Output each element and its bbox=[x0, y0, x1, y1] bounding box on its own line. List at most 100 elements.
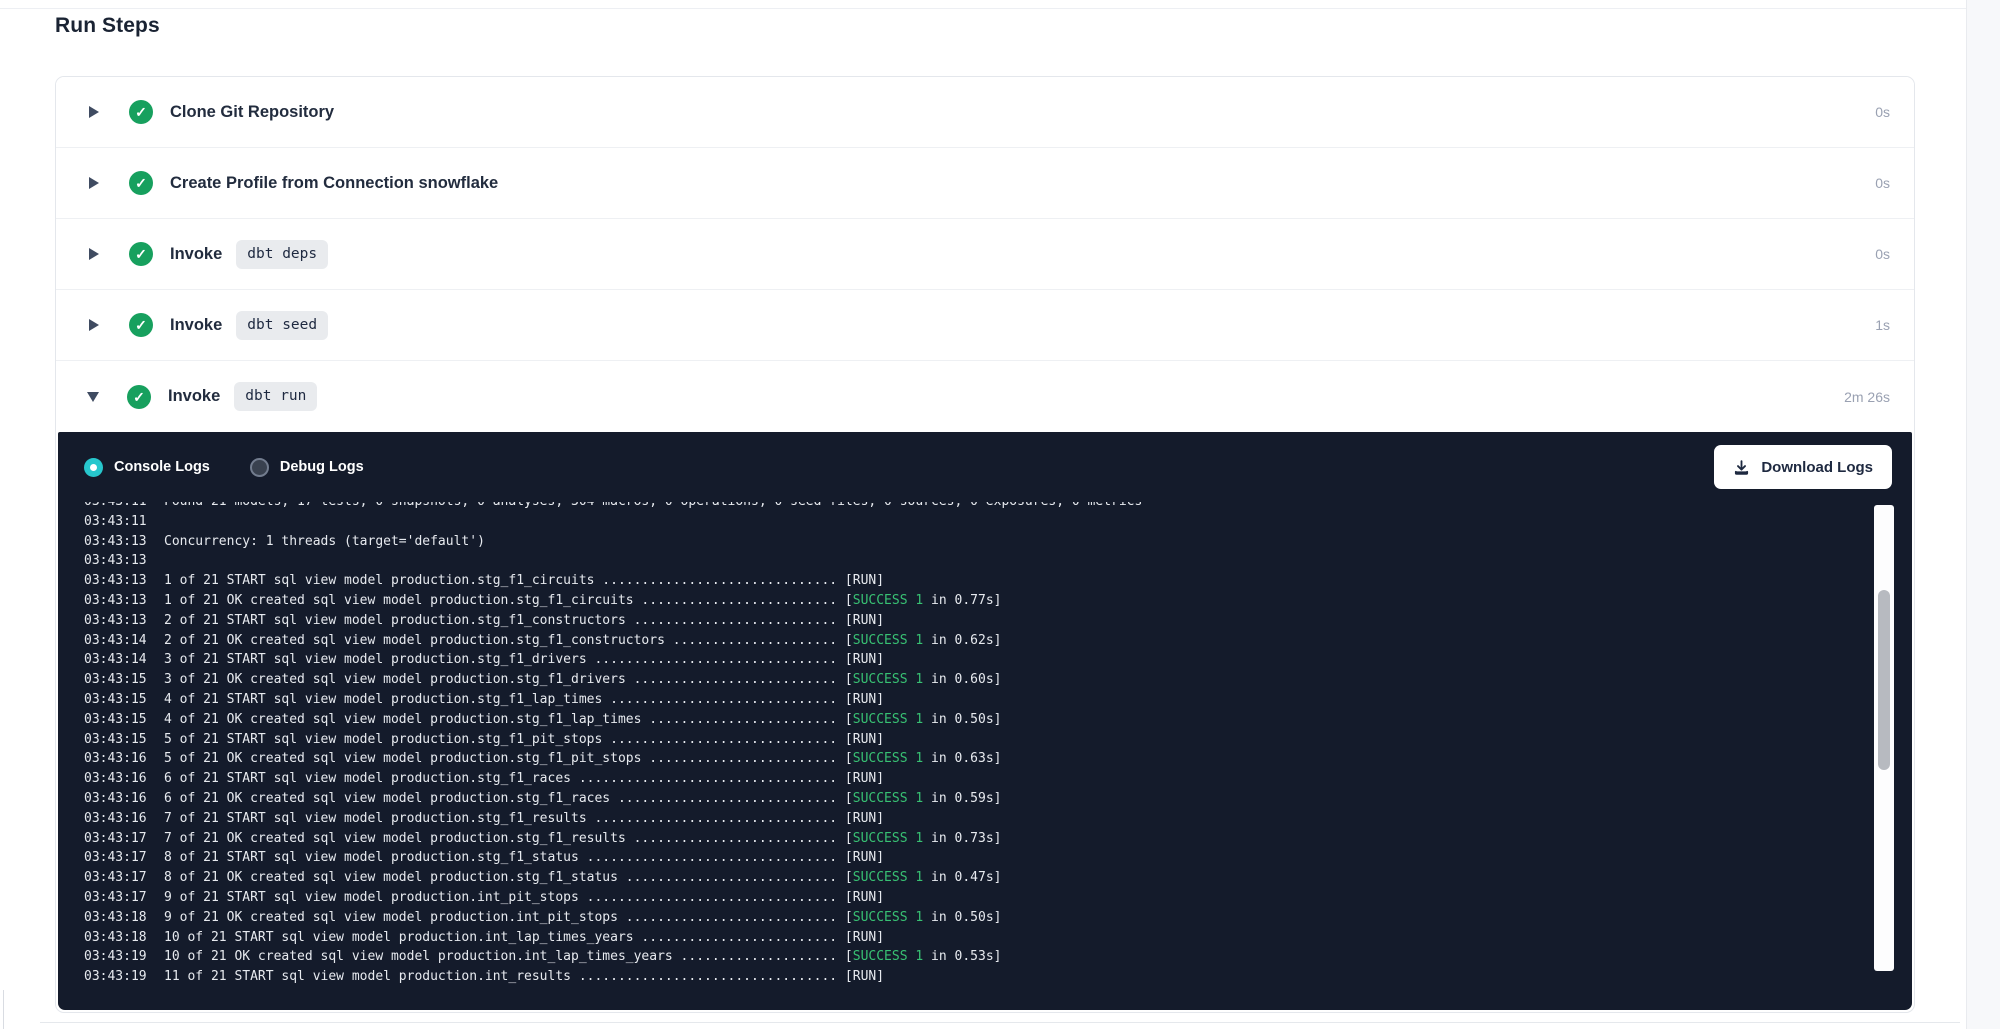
log-message: 3 of 21 OK created sql view model produc… bbox=[164, 672, 853, 687]
log-message-tail: RUN] bbox=[853, 573, 884, 588]
log-message-tail: in 0.73s] bbox=[923, 831, 1001, 846]
download-logs-button[interactable]: Download Logs bbox=[1714, 445, 1892, 489]
log-message-tail: in 0.50s] bbox=[923, 910, 1001, 925]
log-message: 6 of 21 OK created sql view model produc… bbox=[164, 791, 853, 806]
log-line: 03:43:178 of 21 OK created sql view mode… bbox=[84, 868, 1782, 888]
console-scrollbar-track[interactable] bbox=[1874, 505, 1894, 971]
page-title: Run Steps bbox=[55, 14, 160, 38]
chevron-down-icon[interactable] bbox=[87, 392, 99, 402]
log-message-tail: RUN] bbox=[853, 850, 884, 865]
step-label: Create Profile from Connection snowflake bbox=[170, 174, 498, 193]
log-message: 7 of 21 OK created sql view model produc… bbox=[164, 831, 853, 846]
log-success-status: SUCCESS 1 bbox=[853, 751, 923, 766]
download-icon bbox=[1733, 459, 1750, 476]
log-line: 03:43:17 7 of 21 OK created sql view mode… bbox=[84, 829, 1782, 849]
log-message: 10 of 21 OK created sql view model produ… bbox=[164, 949, 853, 964]
log-line: 03:43:11 bbox=[84, 512, 1782, 532]
log-message-tail: RUN] bbox=[853, 969, 884, 984]
step-row[interactable]: Invoke dbt run 2m 26s bbox=[56, 361, 1914, 432]
log-message: 10 of 21 START sql view model production… bbox=[164, 930, 853, 945]
log-line: 03:43:11Found 21 models, 17 tests, 0 sna… bbox=[84, 502, 1782, 512]
log-message-tail: RUN] bbox=[853, 732, 884, 747]
check-circle-icon bbox=[129, 100, 153, 124]
chevron-right-icon[interactable] bbox=[89, 319, 99, 331]
log-line: 03:43:13 2 of 21 START sql view model pro… bbox=[84, 611, 1782, 631]
log-message-tail: RUN] bbox=[853, 613, 884, 628]
radio-unselected-icon[interactable] bbox=[250, 458, 269, 477]
log-success-status: SUCCESS 1 bbox=[853, 910, 923, 925]
top-divider bbox=[0, 8, 1966, 9]
log-message: 4 of 21 OK created sql view model produc… bbox=[164, 712, 853, 727]
log-message: 1 of 21 OK created sql view model produc… bbox=[164, 593, 853, 608]
log-line: 03:43:131 of 21 OK created sql view mode… bbox=[84, 591, 1782, 611]
log-line: 03:43:166 of 21 OK created sql view mode… bbox=[84, 789, 1782, 809]
log-line: 03:43:154 of 21 START sql view model pro… bbox=[84, 690, 1782, 710]
log-timestamp: 03:43:17 bbox=[84, 848, 147, 868]
step-row[interactable]: Create Profile from Connection snowflake… bbox=[56, 148, 1914, 219]
radio-selected-icon[interactable] bbox=[84, 458, 103, 477]
log-message-tail: in 0.47s] bbox=[923, 870, 1001, 885]
step-label: Invoke bbox=[168, 387, 220, 406]
log-message-tail: RUN] bbox=[853, 692, 884, 707]
log-message-tail: RUN] bbox=[853, 771, 884, 786]
log-message-tail: in 0.53s] bbox=[923, 949, 1001, 964]
log-message-tail: in 0.60s] bbox=[923, 672, 1001, 687]
log-timestamp: 03:43:16 bbox=[84, 769, 147, 789]
log-success-status: SUCCESS 1 bbox=[853, 791, 923, 806]
step-row[interactable]: Clone Git Repository0s bbox=[56, 77, 1914, 148]
log-success-status: SUCCESS 1 bbox=[853, 831, 923, 846]
log-timestamp: 03:43:15 bbox=[84, 730, 147, 750]
left-edge-divider bbox=[3, 990, 4, 1029]
bottom-divider bbox=[40, 1022, 1960, 1023]
console-logs-radio[interactable]: Console Logs bbox=[84, 458, 210, 477]
log-line: 03:43:179 of 21 START sql view model pro… bbox=[84, 888, 1782, 908]
console-log-lines: 03:43:11 Found 21 models, 17 tests, 0 sna… bbox=[84, 502, 1782, 987]
step-duration: 0s bbox=[1875, 175, 1890, 191]
log-message: 11 of 21 START sql view model production… bbox=[164, 969, 853, 984]
log-timestamp: 03:43:17 bbox=[84, 888, 147, 908]
step-row[interactable]: Invokedbt seed1s bbox=[56, 290, 1914, 361]
log-timestamp: 03:43:13 bbox=[84, 611, 147, 631]
chevron-right-icon[interactable] bbox=[89, 106, 99, 118]
log-success-status: SUCCESS 1 bbox=[853, 633, 923, 648]
step-row[interactable]: Invokedbt deps0s bbox=[56, 219, 1914, 290]
log-message-tail: RUN] bbox=[853, 811, 884, 826]
log-message: 9 of 21 OK created sql view model produc… bbox=[164, 910, 853, 925]
console-log-viewport[interactable]: 03:43:11 Found 21 models, 17 tests, 0 sna… bbox=[84, 502, 1782, 1004]
log-message: 1 of 21 START sql view model production.… bbox=[164, 573, 853, 588]
log-message: 2 of 21 START sql view model production.… bbox=[164, 613, 853, 628]
log-timestamp: 03:43:16 bbox=[84, 749, 147, 769]
log-line: 03:43:1911 of 21 START sql view model pr… bbox=[84, 967, 1782, 987]
log-timestamp: 03:43:14 bbox=[84, 650, 147, 670]
log-message: 3 of 21 START sql view model production.… bbox=[164, 652, 853, 667]
log-timestamp: 03:43:11 bbox=[84, 512, 147, 532]
log-message: 5 of 21 START sql view model production.… bbox=[164, 732, 853, 747]
log-success-status: SUCCESS 1 bbox=[853, 712, 923, 727]
console-header: Console Logs Debug Logs Download Logs bbox=[58, 432, 1912, 502]
step-duration: 2m 26s bbox=[1844, 389, 1890, 405]
log-line: 03:43:142 of 21 OK created sql view mode… bbox=[84, 631, 1782, 651]
step-duration: 0s bbox=[1875, 246, 1890, 262]
log-message: Found 21 models, 17 tests, 0 snapshots, … bbox=[164, 502, 1142, 509]
log-line: 03:43:1910 of 21 OK created sql view mod… bbox=[84, 947, 1782, 967]
debug-logs-label: Debug Logs bbox=[280, 459, 364, 475]
chevron-right-icon[interactable] bbox=[89, 177, 99, 189]
step-command-badge: dbt seed bbox=[236, 311, 328, 340]
log-line: 03:43:153 of 21 OK created sql view mode… bbox=[84, 670, 1782, 690]
log-success-status: SUCCESS 1 bbox=[853, 672, 923, 687]
console-scrollbar-thumb[interactable] bbox=[1878, 590, 1890, 770]
debug-logs-radio[interactable]: Debug Logs bbox=[250, 458, 364, 477]
log-timestamp: 03:43:17 bbox=[84, 829, 147, 849]
check-circle-icon bbox=[129, 313, 153, 337]
check-circle-icon bbox=[127, 385, 151, 409]
chevron-right-icon[interactable] bbox=[89, 248, 99, 260]
step-command-badge: dbt run bbox=[234, 382, 317, 411]
page-scroll-gutter[interactable] bbox=[1966, 0, 2000, 1029]
log-timestamp: 03:43:15 bbox=[84, 690, 147, 710]
log-timestamp: 03:43:15 bbox=[84, 710, 147, 730]
run-steps-card: Clone Git Repository0sCreate Profile fro… bbox=[55, 76, 1915, 1013]
step-label: Invoke bbox=[170, 245, 222, 264]
log-line: 03:43:178 of 21 START sql view model pro… bbox=[84, 848, 1782, 868]
download-logs-label: Download Logs bbox=[1761, 459, 1873, 476]
log-timestamp: 03:43:14 bbox=[84, 631, 147, 651]
